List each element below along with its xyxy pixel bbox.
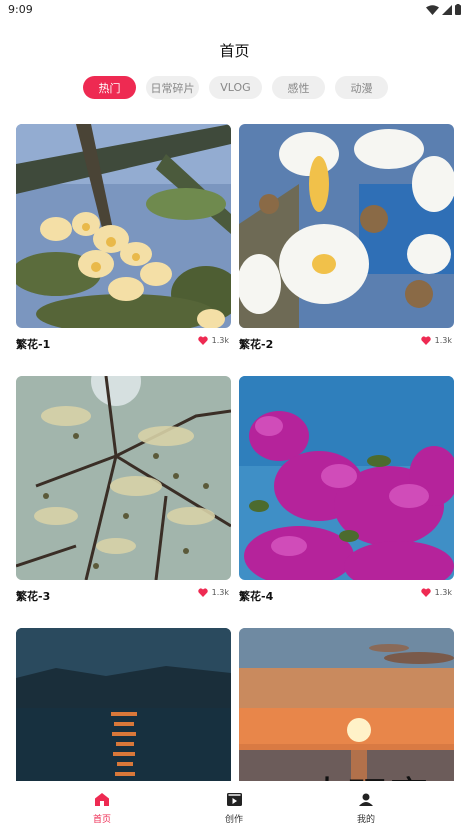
category-tabs: 热门 日常碎片 VLOG 感性 动漫	[83, 76, 388, 99]
like-count-value: 1.3k	[434, 336, 452, 345]
post-title: 繁花-4	[239, 590, 274, 603]
post-title: 繁花-3	[16, 590, 51, 603]
post-title: 繁花-1	[16, 338, 51, 351]
nav-home-label: 首页	[92, 815, 111, 825]
tab-daily[interactable]: 日常碎片	[146, 76, 199, 99]
home-icon	[95, 793, 109, 806]
nav-profile-label: 我的	[356, 815, 375, 825]
post-card[interactable]: 繁花-3 1.3k	[16, 376, 231, 603]
bottom-nav: 首页 创作 我的	[0, 781, 469, 834]
nav-profile[interactable]: 我的	[336, 791, 396, 825]
post-image[interactable]	[239, 124, 454, 328]
post-image[interactable]	[16, 124, 231, 328]
status-bar: 9:09	[0, 0, 469, 22]
tab-vlog[interactable]: VLOG	[209, 76, 262, 99]
page-title: 首页	[219, 42, 250, 60]
post-meta: 繁花-2 1.3k	[239, 335, 454, 351]
heart-icon	[420, 588, 431, 597]
post-meta: 繁花-4 1.3k	[239, 587, 454, 603]
nav-home[interactable]: 首页	[72, 791, 132, 825]
like-count-value: 1.3k	[434, 588, 452, 597]
battery-icon	[455, 4, 461, 15]
nav-create[interactable]: 创作	[204, 791, 264, 825]
tab-emotional[interactable]: 感性	[272, 76, 325, 99]
tab-hot[interactable]: 热门	[83, 76, 136, 99]
status-icons	[426, 4, 461, 15]
post-title: 繁花-2	[239, 338, 274, 351]
nav-create-label: 创作	[224, 815, 243, 825]
heart-icon	[197, 588, 208, 597]
like-count[interactable]: 1.3k	[420, 336, 452, 345]
heart-icon	[420, 336, 431, 345]
like-count-value: 1.3k	[211, 336, 229, 345]
post-meta: 繁花-3 1.3k	[16, 587, 231, 603]
heart-icon	[197, 336, 208, 345]
post-card[interactable]: 繁花-2 1.3k	[239, 124, 454, 351]
wifi-icon	[426, 4, 439, 15]
post-image[interactable]	[16, 376, 231, 580]
like-count[interactable]: 1.3k	[197, 336, 229, 345]
like-count[interactable]: 1.3k	[197, 588, 229, 597]
video-icon	[226, 793, 242, 806]
signal-icon	[442, 4, 452, 15]
post-card[interactable]: 繁花-4 1.3k	[239, 376, 454, 603]
status-time: 9:09	[8, 3, 33, 16]
like-count-value: 1.3k	[211, 588, 229, 597]
post-card[interactable]: 繁花-1 1.3k	[16, 124, 231, 351]
post-meta: 繁花-1 1.3k	[16, 335, 231, 351]
like-count[interactable]: 1.3k	[420, 588, 452, 597]
profile-icon	[359, 793, 373, 806]
post-image[interactable]	[239, 376, 454, 580]
tab-anime[interactable]: 动漫	[335, 76, 388, 99]
